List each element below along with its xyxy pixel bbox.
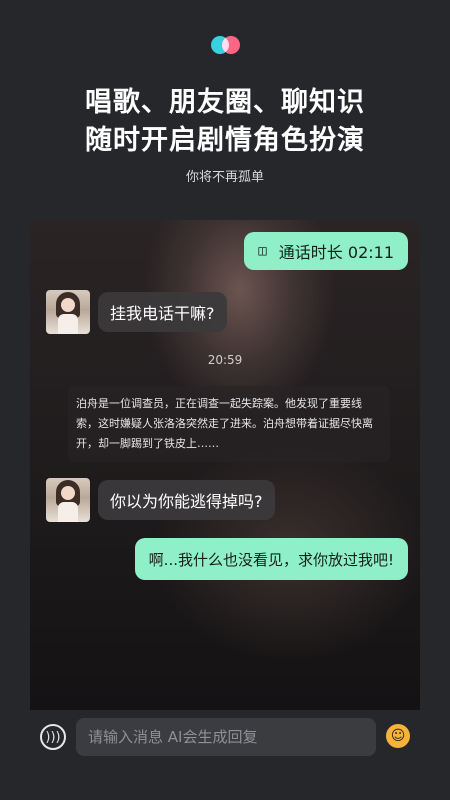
logo-dot-pink xyxy=(222,36,240,54)
avatar[interactable] xyxy=(46,290,90,334)
phone-call-icon: ◫ xyxy=(258,243,267,259)
subtitle: 你将不再孤单 xyxy=(185,170,264,185)
app-logo xyxy=(211,36,241,54)
message-timestamp: 20:59 xyxy=(207,353,243,367)
message-input-bar: ))) ☺ xyxy=(0,714,450,764)
voice-input-icon[interactable]: ))) xyxy=(40,724,66,750)
headline-line-1: 唱歌、朋友圈、聊知识 xyxy=(85,87,365,118)
message-input[interactable] xyxy=(76,718,376,756)
message-bubble-received: 你以为你能逃得掉吗? xyxy=(98,480,275,520)
headline-line-2: 随时开启剧情角色扮演 xyxy=(85,125,365,156)
message-bubble-received: 挂我电话干嘛? xyxy=(98,292,227,332)
avatar[interactable] xyxy=(46,478,90,522)
message-bubble-sent: 啊...我什么也没看见，求你放过我吧! xyxy=(134,538,408,580)
emoji-icon[interactable]: ☺ xyxy=(386,724,410,748)
call-duration-text: 通话时长 02:11 xyxy=(278,243,394,262)
story-narration: 泊舟是一位调查员，正在调查一起失踪案。他发现了重要线索，这时嫌疑人张洛洛突然走了… xyxy=(68,386,390,462)
call-duration-bubble[interactable]: ◫ 通话时长 02:11 xyxy=(244,232,408,270)
chat-preview: ◫ 通话时长 02:11 挂我电话干嘛? 20:59 泊舟是一位调查员，正在调查… xyxy=(30,220,420,710)
